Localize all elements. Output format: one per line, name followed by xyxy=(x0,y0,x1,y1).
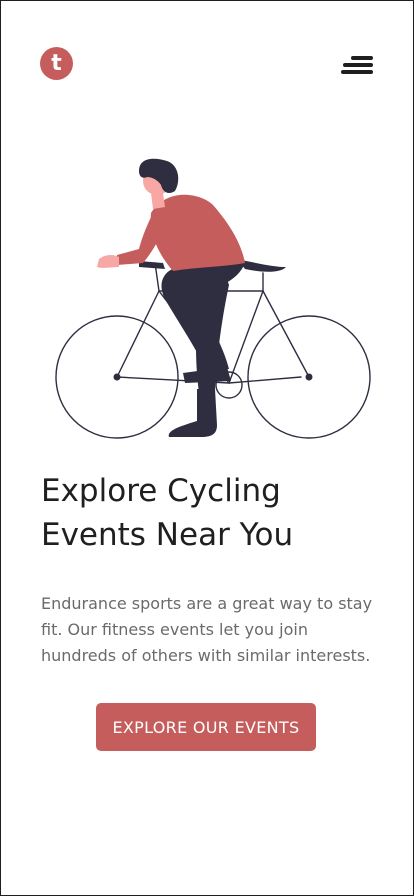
rider-shoe-back xyxy=(168,389,217,437)
page-frame: t Explore Cycling Events Near You Endura… xyxy=(0,0,414,896)
rider-neck xyxy=(151,193,165,209)
hero-description: Endurance sports are a great way to stay… xyxy=(41,594,373,665)
brand-logo[interactable]: t xyxy=(40,47,73,80)
rider-torso xyxy=(150,194,245,271)
rider-hand xyxy=(97,255,119,268)
explore-events-button[interactable]: EXPLORE OUR EVENTS xyxy=(96,703,316,751)
menu-line-middle xyxy=(343,63,373,67)
menu-line-bottom xyxy=(341,70,373,74)
title-line-1: Explore Cycling xyxy=(41,473,281,509)
cyclist-illustration xyxy=(55,158,371,439)
rider-arm xyxy=(117,213,165,265)
page-title: Explore Cycling Events Near You xyxy=(41,469,381,557)
menu-line-top xyxy=(351,56,373,60)
hamburger-menu-icon[interactable] xyxy=(335,53,373,79)
title-line-2: Events Near You xyxy=(41,517,294,553)
